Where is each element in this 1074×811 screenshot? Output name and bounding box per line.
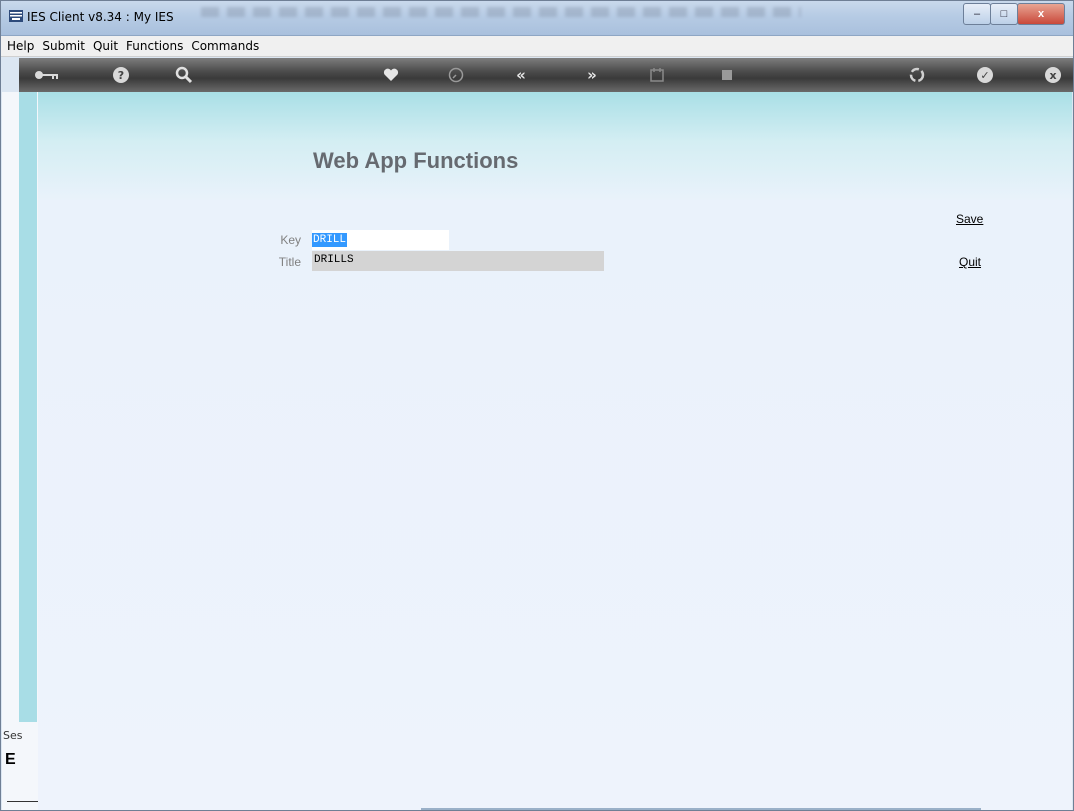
search-icon[interactable]: [174, 65, 194, 85]
forward-icon[interactable]: »: [582, 65, 602, 85]
menu-bar: Help Submit Quit Functions Commands: [1, 36, 1073, 57]
help-icon[interactable]: ?: [111, 65, 131, 85]
session-label: Ses: [3, 729, 23, 742]
title-bar[interactable]: IES Client v8.34 : My IES – □ x: [1, 1, 1073, 36]
menu-help[interactable]: Help: [7, 39, 34, 53]
maximize-button[interactable]: □: [990, 3, 1018, 25]
save-link[interactable]: Save: [956, 212, 983, 226]
check-icon[interactable]: ✓: [975, 65, 995, 85]
key-input[interactable]: DRILL: [312, 230, 449, 250]
menu-commands[interactable]: Commands: [191, 39, 259, 53]
key-label: Key: [280, 233, 301, 247]
key-value: DRILL: [312, 233, 348, 247]
recycle-icon[interactable]: [907, 65, 927, 85]
menu-submit[interactable]: Submit: [42, 39, 85, 53]
rewind-icon[interactable]: «: [511, 65, 531, 85]
main-content: Web App Functions Key DRILL Title DRILLS…: [38, 92, 1072, 810]
quit-link[interactable]: Quit: [959, 255, 981, 269]
menu-quit[interactable]: Quit: [93, 39, 118, 53]
window-close-button[interactable]: x: [1017, 3, 1065, 25]
page-title: Web App Functions: [313, 148, 519, 173]
toolbar: ? « » ✓ x: [19, 58, 1073, 92]
calendar-icon[interactable]: [647, 65, 667, 85]
key-icon[interactable]: [33, 65, 61, 85]
close-icon[interactable]: x: [1043, 65, 1063, 85]
square-icon[interactable]: [717, 65, 737, 85]
title-label: Title: [278, 255, 301, 269]
heart-icon[interactable]: [381, 65, 401, 85]
blurred-background-text: [201, 7, 801, 17]
title-input[interactable]: DRILLS: [312, 251, 604, 271]
minimize-icon: –: [973, 8, 981, 20]
app-icon: [9, 10, 23, 22]
menu-functions[interactable]: Functions: [126, 39, 183, 53]
left-divider: [7, 801, 41, 802]
clock-icon[interactable]: [446, 65, 466, 85]
minimize-button[interactable]: –: [963, 3, 991, 25]
session-glyph: E: [5, 751, 16, 768]
left-accent-bar: [19, 92, 37, 722]
window-title: IES Client v8.34 : My IES: [27, 10, 174, 24]
bottom-border: [421, 808, 981, 810]
window-close-icon: x: [1037, 8, 1045, 20]
maximize-icon: □: [1000, 8, 1008, 20]
app-window: IES Client v8.34 : My IES – □ x Help Sub…: [0, 0, 1074, 811]
